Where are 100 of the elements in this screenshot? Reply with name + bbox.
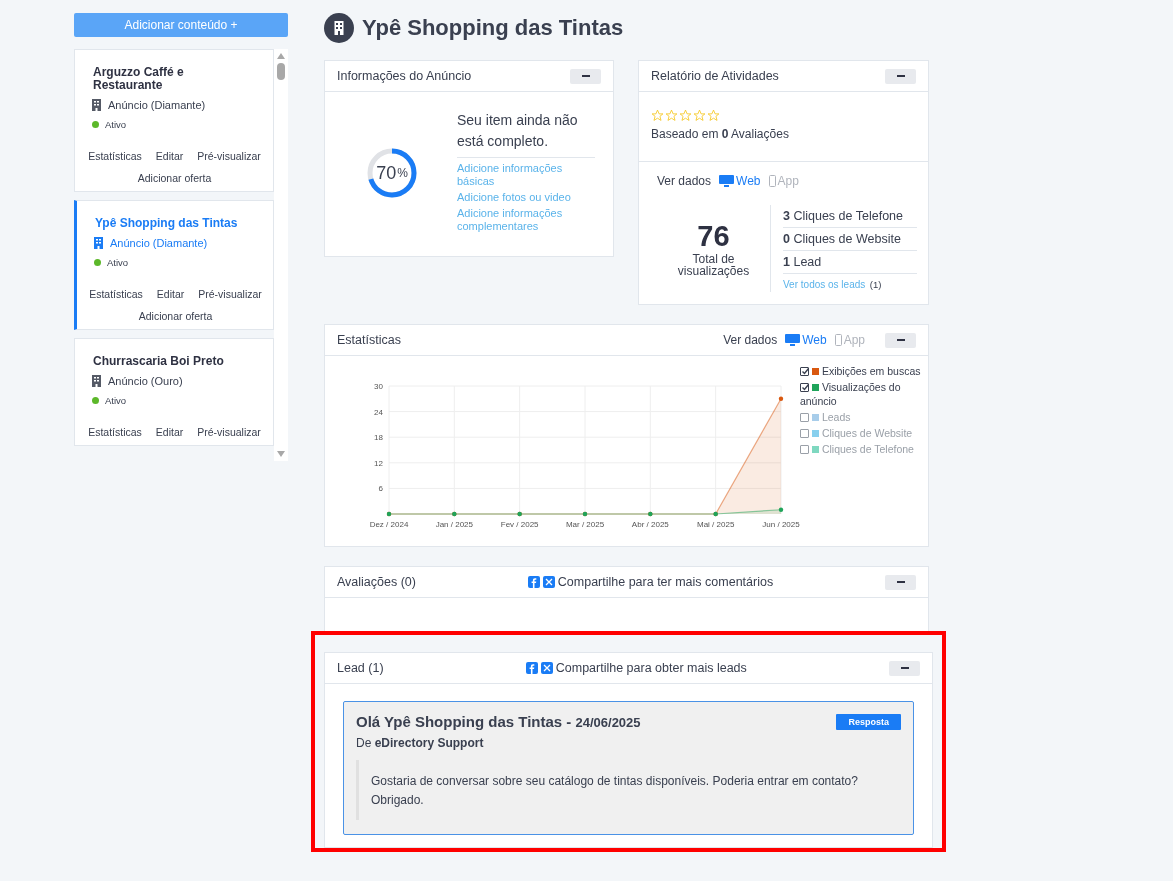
checkbox[interactable] xyxy=(799,445,809,454)
listing-action-link[interactable]: Editar xyxy=(155,147,184,165)
collapse-button[interactable] xyxy=(889,660,920,676)
panel-title: Lead (1) xyxy=(337,661,384,675)
listing-card[interactable]: Ypê Shopping das Tintas Anúncio (Diamante) Ativo Estatísticas Editar Pré-visualizar Adicionar oferta xyxy=(74,200,274,330)
star-outline-icon xyxy=(679,109,692,122)
x-icon[interactable] xyxy=(542,576,555,588)
building-icon xyxy=(92,99,101,111)
status-dot xyxy=(92,397,99,404)
x-tick-label: Mar / 2025 xyxy=(565,520,605,529)
listing-status: Ativo xyxy=(105,119,127,130)
x-icon[interactable] xyxy=(540,662,553,674)
panel-title: Relatório de Atividades xyxy=(651,69,779,83)
minus-icon xyxy=(896,581,905,583)
building-icon xyxy=(92,375,101,387)
facebook-icon[interactable] xyxy=(525,662,538,674)
arrow-up-icon[interactable] xyxy=(277,53,285,59)
status-dot xyxy=(92,121,99,128)
phone-icon xyxy=(834,334,842,346)
x-tick-label: Mai / 2025 xyxy=(697,520,735,529)
listing-status: Ativo xyxy=(107,257,129,268)
page-title: Ypê Shopping das Tintas xyxy=(362,15,624,41)
star-outline-icon xyxy=(707,109,720,122)
star-outline-icon xyxy=(693,109,706,122)
completion-message: Seu item ainda não está completo. xyxy=(457,110,595,158)
listing-action-link[interactable]: Pré-visualizar xyxy=(197,147,261,165)
metric-text: 1 Lead xyxy=(783,251,917,274)
message-title: Olá Ypê Shopping das Tintas - 24/06/2025 xyxy=(356,713,641,730)
checkbox[interactable] xyxy=(799,383,809,392)
share-text: Compartilhe para ter mais comentários xyxy=(557,575,774,589)
listing-title: Churrascaria Boi Preto xyxy=(93,355,225,368)
x-tick-label: Dez / 2024 xyxy=(369,520,409,529)
reply-button[interactable]: Resposta xyxy=(836,713,901,730)
listing-action-link[interactable]: Editar xyxy=(155,423,184,441)
total-views: 76 xyxy=(697,220,730,253)
listing-action-link[interactable]: Editar xyxy=(156,285,185,303)
rating-summary: Baseado em 0 Avaliações xyxy=(651,127,790,141)
listing-action-link[interactable]: Estatísticas xyxy=(89,285,143,303)
listing-card[interactable]: Churrascaria Boi Preto Anúncio (Ouro) Ativo Estatísticas Editar Pré-visualizar xyxy=(74,338,274,446)
metric-text: 3 Cliques de Telefone xyxy=(783,205,917,228)
panel-title: Estatísticas xyxy=(337,333,401,347)
collapse-button[interactable] xyxy=(885,68,916,84)
checkbox[interactable] xyxy=(799,367,809,376)
minus-icon xyxy=(581,75,590,77)
checkbox[interactable] xyxy=(799,413,809,422)
x-tick-label: Abr / 2025 xyxy=(631,520,669,529)
listing-action-link[interactable]: Pré-visualizar xyxy=(197,423,261,441)
view-data-label: Ver dados xyxy=(723,333,778,347)
data-point xyxy=(778,507,784,512)
collapse-button[interactable] xyxy=(570,68,601,84)
monitor-icon xyxy=(719,175,735,187)
message-body: Gostaria de conversar sobre seu catálogo de tintas disponíveis. Poderia entrar em contato? Obrigado. xyxy=(356,760,901,820)
x-tick-label: Jan / 2025 xyxy=(435,520,473,529)
listing-title: Arguzzo Caffé e Restaurante xyxy=(93,66,185,92)
arrow-down-icon[interactable] xyxy=(277,451,285,457)
building-icon xyxy=(94,237,103,249)
legend-item[interactable]: Exibições em buscas xyxy=(799,364,924,378)
collapse-button[interactable] xyxy=(885,574,916,590)
star-outline-icon xyxy=(665,109,678,122)
total-views-label: Total de visualizações xyxy=(676,253,751,277)
scrollbar-thumb[interactable] xyxy=(277,63,285,80)
view-data-label: Ver dados xyxy=(657,174,712,188)
leads-count: (1) xyxy=(869,279,882,290)
legend-item[interactable]: Visualizações do anúncio xyxy=(799,380,924,408)
phone-icon xyxy=(768,175,776,187)
minus-icon xyxy=(896,339,905,341)
monitor-icon xyxy=(785,334,801,346)
source-tab[interactable]: Web xyxy=(785,333,827,347)
listing-action-link[interactable]: Estatísticas xyxy=(88,147,142,165)
message-sender: De eDirectory Support xyxy=(356,736,485,750)
status-dot xyxy=(94,259,101,266)
metric-text: 0 Cliques de Website xyxy=(783,228,917,251)
listing-status: Ativo xyxy=(105,395,127,406)
y-tick-label: 30 xyxy=(374,382,383,391)
minus-icon xyxy=(896,75,905,77)
y-tick-label: 6 xyxy=(378,484,383,494)
data-point xyxy=(778,396,784,401)
y-tick-label: 18 xyxy=(374,433,383,443)
panel-title: Informações do Anúncio xyxy=(337,69,472,83)
progress-ring: 70% xyxy=(365,146,419,200)
y-tick-label: 24 xyxy=(374,407,383,417)
facebook-icon[interactable] xyxy=(527,576,540,588)
listing-card[interactable]: Arguzzo Caffé e Restaurante Anúncio (Diamante) Ativo Estatísticas Editar Pré-visualizar Adicionar oferta xyxy=(74,49,274,192)
source-tab[interactable]: Web xyxy=(719,174,761,188)
panel-title: Avaliações (0) xyxy=(337,575,416,589)
star-outline-icon xyxy=(651,109,664,122)
x-tick-label: Jun / 2025 xyxy=(762,520,800,529)
listing-plan: Anúncio (Diamante) xyxy=(110,237,208,249)
listing-action-link[interactable]: Pré-visualizar xyxy=(198,285,262,303)
listing-action-link[interactable]: Adicionar oferta xyxy=(137,169,212,187)
x-tick-label: Fev / 2025 xyxy=(500,520,539,529)
listing-action-link[interactable]: Estatísticas xyxy=(88,423,142,441)
building-icon xyxy=(324,13,354,43)
listing-title: Ypê Shopping das Tintas xyxy=(95,217,239,230)
listing-action-link[interactable]: Adicionar oferta xyxy=(138,307,213,325)
share-text: Compartilhe para obter mais leads xyxy=(555,661,747,675)
collapse-button[interactable] xyxy=(885,332,916,348)
y-tick-label: 12 xyxy=(374,458,383,468)
checkbox[interactable] xyxy=(799,429,809,438)
listing-plan: Anúncio (Ouro) xyxy=(108,375,183,387)
